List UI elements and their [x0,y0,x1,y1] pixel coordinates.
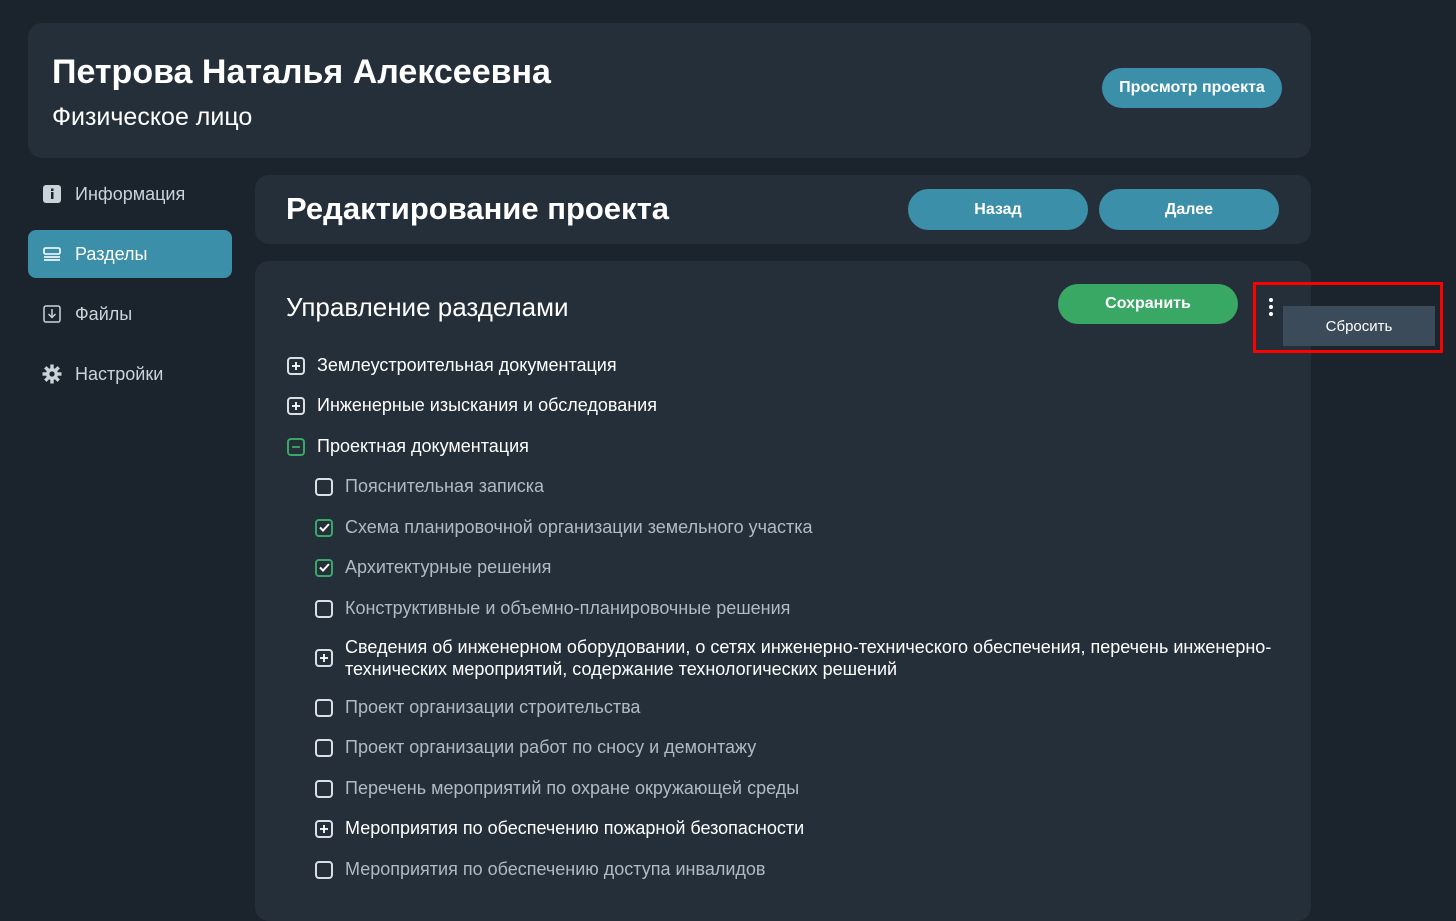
sidebar-item-settings[interactable]: Настройки [28,350,232,398]
tree-item-label: Схема планировочной организации земельно… [345,517,813,537]
tree-item-label: Пояснительная записка [345,476,545,496]
user-name: Петрова Наталья Алексеевна [52,53,551,91]
expand-plus-icon[interactable] [315,819,333,838]
tree-item: Проект организации строительства [315,697,640,718]
tree-item-label: Архитектурные решения [345,557,552,577]
tree-item: Конструктивные и объемно-планировочные р… [315,598,790,619]
page-title: Редактирование проекта [286,191,669,226]
checkbox[interactable] [315,860,333,879]
sidebar-item-label: Файлы [75,303,133,324]
tree-item: Проект организации работ по сносу и демо… [315,737,756,758]
edit-project-bar: Редактирование проекта Назад Далее [255,175,1311,244]
collapse-minus-icon[interactable] [287,437,305,456]
tree-item: Проектная документация [287,436,529,457]
user-type: Физическое лицо [52,103,253,131]
tree-item-label: Проект организации строительства [345,697,641,717]
sidebar-item-sections[interactable]: Разделы [28,230,232,278]
checkbox[interactable] [315,738,333,757]
save-button[interactable]: Сохранить [1058,284,1238,324]
tree-item: Мероприятия по обеспечению пожарной безо… [315,818,804,839]
sidebar-item-info[interactable]: Информация [28,170,232,218]
sidebar-item-label: Разделы [75,243,148,264]
sidebar-item-files[interactable]: Файлы [28,290,232,338]
tree-item-label: Проект организации работ по сносу и демо… [345,737,757,757]
expand-plus-icon[interactable] [287,356,305,375]
sidebar: Информация Разделы Файлы Настройки [28,170,232,410]
tree-item: Землеустроительная документация [287,355,617,376]
expand-plus-icon[interactable] [315,649,333,667]
sidebar-item-label: Настройки [75,363,164,384]
highlight-box [1253,282,1443,353]
tree-item-label: Мероприятия по обеспечению доступа инвал… [345,859,766,879]
expand-plus-icon[interactable] [287,396,305,415]
list-icon [42,244,62,264]
tree-item: Архитектурные решения [315,557,551,578]
tree-item: Перечень мероприятий по охране окружающе… [315,778,799,799]
next-button[interactable]: Далее [1099,189,1279,230]
checkbox-checked[interactable] [315,558,333,577]
download-icon [42,304,62,324]
checkbox[interactable] [315,779,333,798]
sections-title: Управление разделами [286,292,569,322]
back-button[interactable]: Назад [908,189,1088,230]
tree-item-label: Конструктивные и объемно-планировочные р… [345,598,791,618]
tree-item: Сведения об инженерном оборудовании, о с… [315,636,1285,680]
gear-icon [42,364,62,384]
checkbox[interactable] [315,599,333,618]
view-project-button[interactable]: Просмотр проекта [1102,68,1282,108]
tree-item-label: Перечень мероприятий по охране окружающе… [345,778,800,798]
tree-item-label: Проектная документация [317,436,529,456]
profile-header: Петрова Наталья Алексеевна Физическое ли… [28,23,1311,158]
checkbox[interactable] [315,477,333,496]
tree-item: Мероприятия по обеспечению доступа инвал… [315,859,766,880]
info-icon [42,184,62,204]
checkbox[interactable] [315,698,333,717]
sidebar-item-label: Информация [75,183,186,204]
tree-item-label: Землеустроительная документация [317,355,617,375]
tree-item: Инженерные изыскания и обследования [287,395,657,416]
tree-item: Схема планировочной организации земельно… [315,517,813,538]
tree-item-label: Инженерные изыскания и обследования [317,395,657,415]
tree-item-label: Мероприятия по обеспечению пожарной безо… [345,818,805,838]
checkbox-checked[interactable] [315,518,333,537]
tree-item-label: Сведения об инженерном оборудовании, о с… [345,637,1272,679]
tree-item: Пояснительная записка [315,476,544,497]
